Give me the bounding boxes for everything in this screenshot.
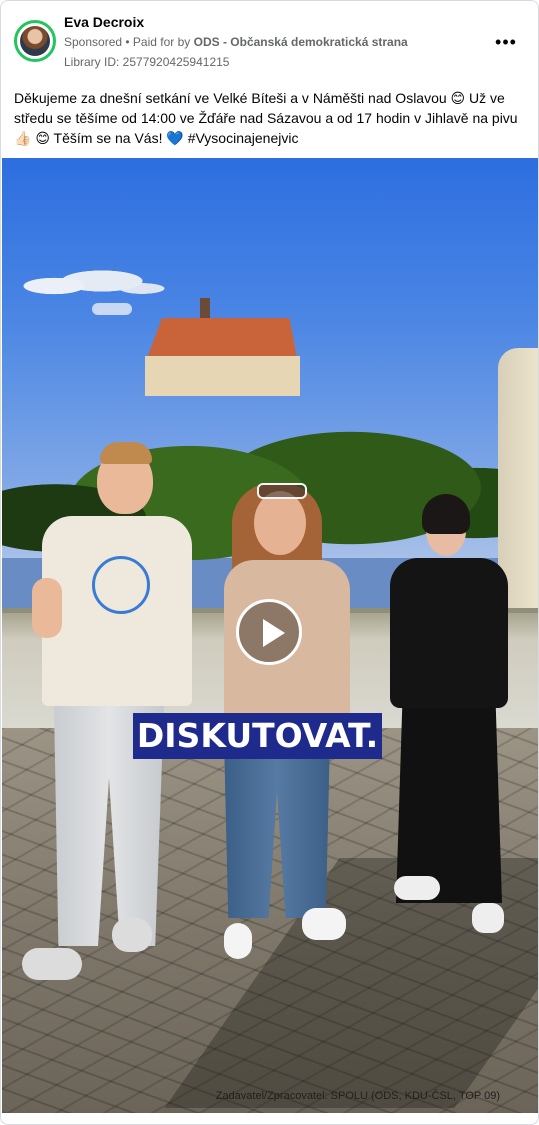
shoe <box>472 903 504 933</box>
shoe <box>22 948 82 980</box>
avatar[interactable] <box>14 20 56 62</box>
shoe <box>302 908 346 940</box>
person-center-head <box>254 491 306 555</box>
author-name[interactable]: Eva Decroix <box>64 14 144 30</box>
video-caption: DISKUTOVAT. <box>133 713 382 759</box>
video-player[interactable]: DISKUTOVAT. Zadavatel/Zpracovatel: SPOLU… <box>2 158 538 1113</box>
avatar-image <box>20 26 50 56</box>
video-credit: Zadavatel/Zpracovatel: SPOLU (ODS, KDU-Č… <box>215 1090 500 1102</box>
person-left-hair <box>100 442 152 464</box>
cloud <box>6 256 166 306</box>
sunglasses <box>257 483 307 499</box>
library-id: Library ID: 2577920425941215 <box>64 55 230 69</box>
smiley-logo-icon <box>92 556 150 614</box>
ad-post-card: Eva Decroix Sponsored • Paid for by ODS … <box>0 0 539 1125</box>
sponsored-line: Sponsored • Paid for by ODS - Občanská d… <box>64 35 408 49</box>
sponsored-label: Sponsored <box>64 35 123 49</box>
post-text: Děkujeme za dnešní setkání ve Velké Bíte… <box>14 90 518 146</box>
cloud <box>92 303 132 315</box>
statue <box>498 348 538 608</box>
payer-name[interactable]: ODS - Občanská demokratická strana <box>194 35 408 49</box>
waving-hand <box>32 578 62 638</box>
shoe <box>112 918 152 952</box>
person-right-pants <box>396 703 502 903</box>
person-right-top <box>390 558 508 708</box>
play-icon <box>263 619 285 647</box>
play-button[interactable] <box>236 599 302 665</box>
more-options-icon[interactable]: ••• <box>494 30 518 54</box>
shoe <box>224 923 252 959</box>
post-header: Eva Decroix Sponsored • Paid for by ODS … <box>14 14 538 74</box>
shoe <box>394 876 440 900</box>
person-right-hair <box>422 494 470 534</box>
paid-for-by-label: • Paid for by <box>122 35 194 49</box>
